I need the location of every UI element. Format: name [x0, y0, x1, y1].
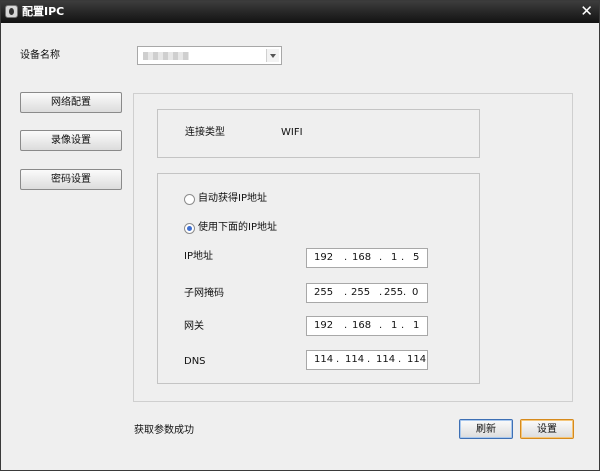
- ip-dot: .: [344, 287, 348, 298]
- ip-dot: .: [403, 287, 407, 298]
- network-config-button[interactable]: 网络配置: [20, 92, 122, 113]
- config-ipc-dialog: 配置IPC ✕ 设备名称 网络配置 录像设置 密码设置 连接类型 WIFI 自动…: [0, 0, 600, 471]
- manual-ip-radio[interactable]: [184, 223, 195, 234]
- app-icon: [5, 5, 18, 18]
- ip-dot: .: [379, 287, 383, 298]
- chevron-down-icon[interactable]: [266, 49, 279, 62]
- connection-type-value: WIFI: [281, 127, 303, 138]
- recording-settings-button[interactable]: 录像设置: [20, 130, 122, 151]
- auto-ip-label[interactable]: 自动获得IP地址: [198, 193, 267, 205]
- ip-octet: 1: [413, 320, 420, 331]
- device-name-label: 设备名称: [20, 50, 60, 61]
- ip-octet: 0: [412, 287, 419, 298]
- ip-octet: 168: [352, 320, 372, 331]
- ip-address-input[interactable]: 192 . 168 . 1 . 5: [306, 248, 428, 268]
- ip-octet: 114: [376, 354, 396, 365]
- password-settings-button[interactable]: 密码设置: [20, 169, 122, 190]
- subnet-mask-label: 子网掩码: [184, 288, 224, 299]
- status-message: 获取参数成功: [134, 425, 194, 436]
- ip-octet: 114: [314, 354, 334, 365]
- ip-dot: .: [379, 252, 383, 263]
- ip-octet: 255: [351, 287, 371, 298]
- ip-dot: .: [401, 252, 405, 263]
- ip-octet: 114: [407, 354, 427, 365]
- gateway-input[interactable]: 192 . 168 . 1 . 1: [306, 316, 428, 336]
- ip-octet: 1: [391, 320, 398, 331]
- ip-dot: .: [401, 320, 405, 331]
- ip-octet: 168: [352, 252, 372, 263]
- connection-type-label: 连接类型: [185, 127, 225, 138]
- ip-octet: 192: [314, 320, 334, 331]
- manual-ip-label[interactable]: 使用下面的IP地址: [198, 222, 277, 234]
- refresh-button[interactable]: 刷新: [459, 419, 513, 439]
- ip-dot: .: [336, 354, 340, 365]
- ip-dot: .: [344, 252, 348, 263]
- set-button[interactable]: 设置: [520, 419, 574, 439]
- dns-label: DNS: [184, 356, 206, 367]
- window-title: 配置IPC: [22, 5, 65, 18]
- dns-input[interactable]: 114 . 114 . 114 . 114: [306, 350, 428, 370]
- ip-dot: .: [367, 354, 371, 365]
- title-bar[interactable]: 配置IPC ✕: [1, 1, 599, 23]
- ip-dot: .: [379, 320, 383, 331]
- ip-octet: 255: [314, 287, 334, 298]
- ip-dot: .: [344, 320, 348, 331]
- ip-octet: 255: [384, 287, 404, 298]
- ip-octet: 1: [391, 252, 398, 263]
- ip-octet: 5: [413, 252, 420, 263]
- ip-address-label: IP地址: [184, 251, 213, 262]
- auto-ip-radio[interactable]: [184, 194, 195, 205]
- subnet-mask-input[interactable]: 255 . 255 . 255 . 0: [306, 283, 428, 303]
- gateway-label: 网关: [184, 321, 204, 332]
- ip-octet: 192: [314, 252, 334, 263]
- device-name-value-redacted: [143, 52, 189, 60]
- device-name-select[interactable]: [137, 46, 282, 65]
- close-icon[interactable]: ✕: [580, 3, 593, 19]
- ip-dot: .: [398, 354, 402, 365]
- ip-octet: 114: [345, 354, 365, 365]
